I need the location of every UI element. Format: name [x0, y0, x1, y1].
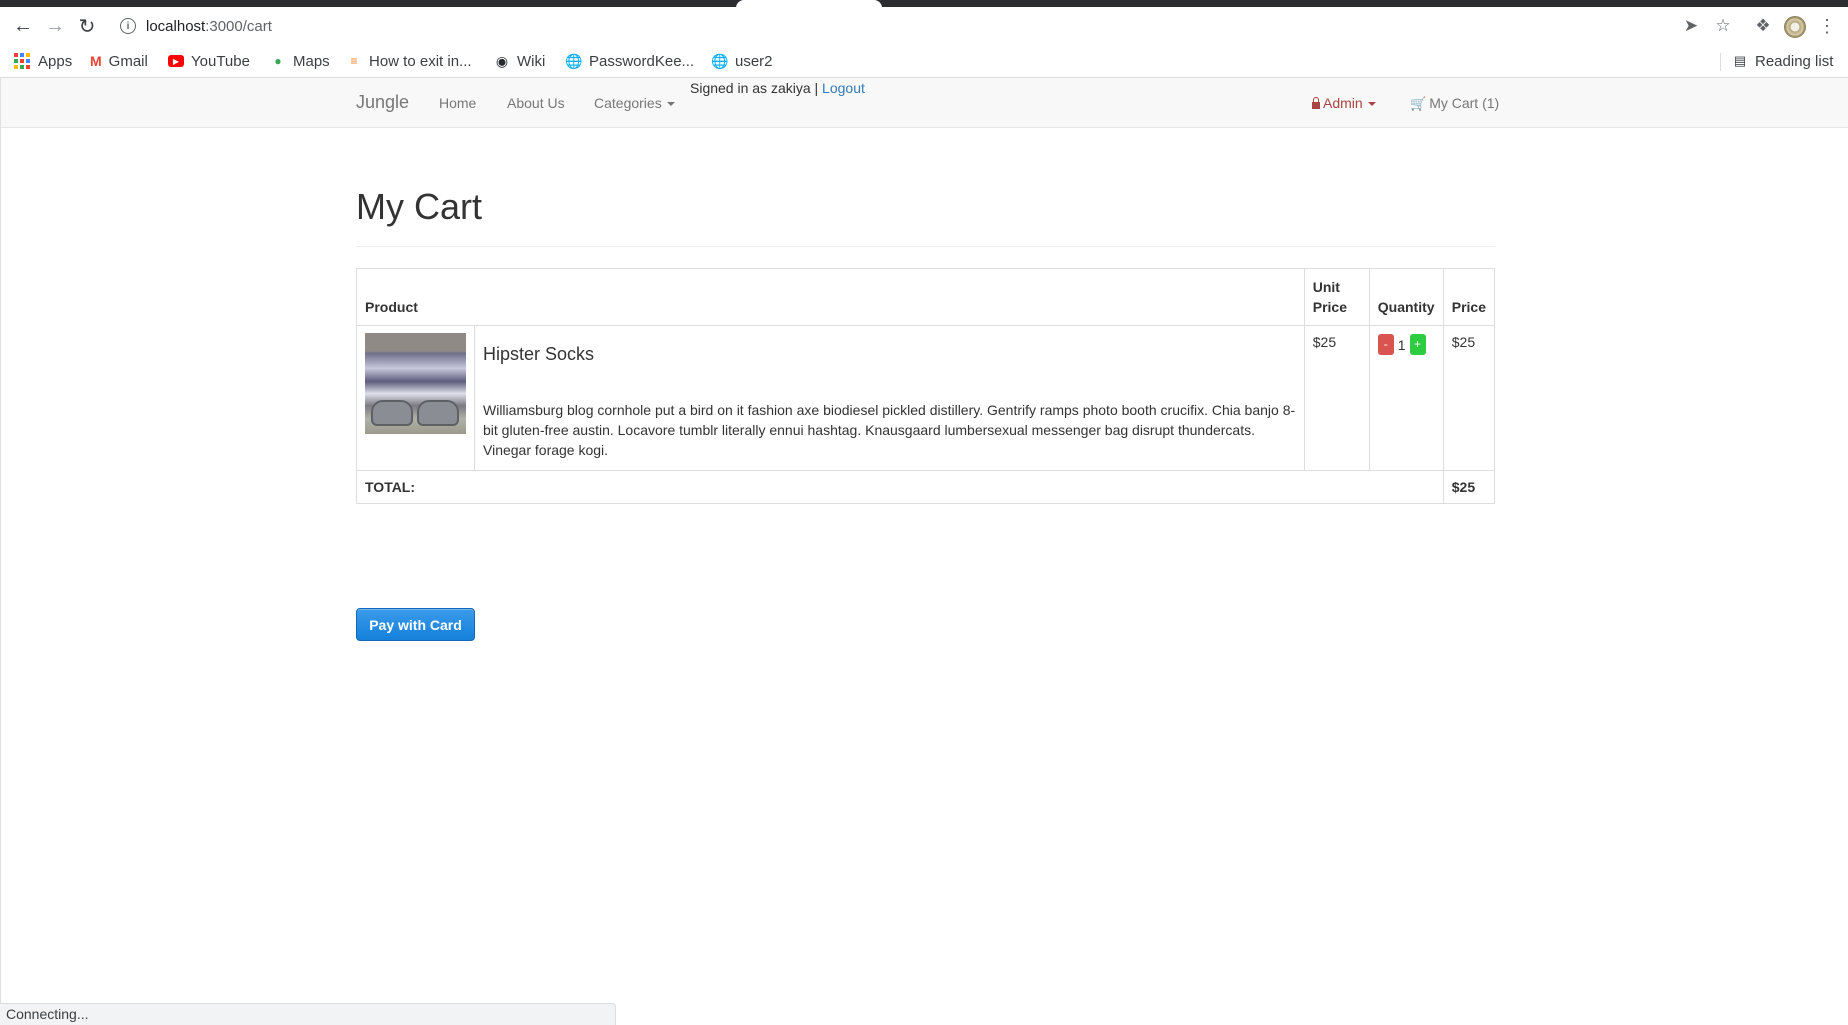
increase-quantity-button[interactable]: + — [1409, 334, 1426, 355]
bookmarks-bar: Apps M Gmail ▶ YouTube ● Maps ≡ How to e… — [0, 45, 1848, 78]
apps-grid-icon — [14, 53, 30, 69]
nav-categories-dropdown[interactable]: Categories — [594, 95, 675, 111]
bookmark-youtube[interactable]: ▶ YouTube — [168, 49, 250, 73]
total-row: TOTAL: $25 — [356, 470, 1496, 504]
nav-home[interactable]: Home — [439, 95, 476, 111]
product-image[interactable] — [365, 333, 466, 434]
header-unit-price-line2: Price — [1312, 299, 1347, 315]
header-product: Product — [356, 268, 1305, 326]
forward-icon[interactable]: → — [42, 13, 68, 39]
signed-in-status: Signed in as zakiya | Logout — [690, 80, 865, 96]
menu-icon[interactable]: ⋮ — [1816, 15, 1838, 37]
quantity-cell: -1 + — [1368, 325, 1444, 471]
header-unit-price: Unit Price — [1303, 268, 1370, 326]
lock-icon — [1312, 97, 1320, 109]
reading-list-button[interactable]: ▤ Reading list — [1732, 49, 1834, 73]
caret-down-icon — [1367, 102, 1376, 107]
unit-price-cell: $25 — [1303, 325, 1370, 471]
bookmark-label: Wiki — [517, 52, 546, 70]
url-host: localhost — [146, 17, 206, 35]
bookmark-wiki[interactable]: ◉ Wiki — [494, 49, 545, 73]
bookmark-label: How to exit in... — [369, 52, 472, 70]
product-name[interactable]: Hipster Socks — [483, 344, 1296, 365]
bookmark-gmail[interactable]: M Gmail — [90, 49, 148, 73]
reading-list-icon: ▤ — [1733, 53, 1747, 68]
bookmark-label: Maps — [293, 52, 330, 70]
reload-icon[interactable]: ↻ — [74, 13, 100, 39]
cart-table: Product Unit Price Quantity Price Hipster… — [356, 268, 1496, 504]
decrease-quantity-button[interactable]: - — [1377, 334, 1394, 355]
bookmark-user2[interactable]: 🌐 user2 — [711, 49, 773, 73]
signed-in-text: Signed in as zakiya | — [690, 80, 819, 96]
reading-list-label: Reading list — [1755, 52, 1834, 70]
logout-link[interactable]: Logout — [822, 80, 865, 96]
product-details-cell: Hipster Socks Williamsburg blog cornhole… — [474, 325, 1305, 471]
star-icon[interactable]: ☆ — [1712, 15, 1734, 37]
price-cell: $25 — [1442, 325, 1496, 471]
youtube-icon: ▶ — [168, 55, 184, 67]
bookmark-apps[interactable]: Apps — [14, 49, 72, 73]
browser-tabstrip — [0, 0, 1848, 10]
product-image-cell — [356, 325, 475, 471]
bookmark-maps[interactable]: ● Maps — [270, 49, 330, 73]
browser-status-bar: Connecting... — [0, 1003, 616, 1025]
bookmark-how-to-exit[interactable]: ≡ How to exit in... — [346, 49, 472, 73]
profile-avatar[interactable] — [1784, 16, 1806, 38]
nav-about-us[interactable]: About Us — [507, 95, 565, 111]
bookmarks-separator — [1720, 53, 1721, 71]
web-page: Jungle Home About Us Categories Signed i… — [0, 78, 1848, 1025]
bookmark-label: YouTube — [191, 52, 250, 70]
categories-label: Categories — [594, 95, 662, 111]
quantity-value: 1 — [1397, 336, 1406, 353]
send-icon[interactable]: ➤ — [1680, 15, 1702, 37]
admin-label: Admin — [1323, 95, 1363, 111]
page-title: My Cart — [356, 186, 482, 227]
header-unit-price-line1: Unit — [1312, 279, 1340, 295]
shoe-shape — [417, 400, 459, 426]
header-quantity: Quantity — [1368, 268, 1444, 326]
address-bar[interactable]: i localhost:3000/cart — [112, 11, 1672, 41]
cart-item-row: Hipster Socks Williamsburg blog cornhole… — [356, 325, 1496, 471]
bookmark-label: PasswordKee... — [589, 52, 695, 70]
caret-down-icon — [666, 102, 675, 107]
bookmark-label: Gmail — [108, 52, 148, 70]
extensions-icon[interactable]: ❖ — [1752, 15, 1774, 37]
my-cart-label: My Cart (1) — [1429, 95, 1500, 111]
gmail-icon: M — [90, 53, 102, 69]
site-navbar: Jungle Home About Us Categories Signed i… — [1, 78, 1848, 128]
bookmark-label: Apps — [38, 52, 73, 70]
shoe-shape — [371, 400, 413, 426]
stackoverflow-icon: ≡ — [350, 54, 358, 68]
product-description: Williamsburg blog cornhole put a bird on… — [483, 402, 1296, 458]
github-icon: ◉ — [495, 52, 509, 69]
header-price: Price — [1442, 268, 1496, 326]
back-icon[interactable]: ← — [10, 13, 36, 39]
total-value: $25 — [1442, 470, 1496, 504]
browser-toolbar: ← → ↻ i localhost:3000/cart ➤ ☆ ❖ ⋮ — [0, 7, 1848, 45]
pay-with-card-button[interactable]: Pay with Card — [356, 608, 475, 641]
bookmark-label: user2 — [735, 52, 773, 70]
globe-icon: 🌐 — [711, 52, 729, 69]
url-path: :3000/cart — [205, 17, 272, 35]
shopping-cart-icon: 🛒 — [1410, 96, 1427, 111]
globe-icon: 🌐 — [565, 52, 583, 69]
brand-link[interactable]: Jungle — [356, 92, 409, 113]
maps-pin-icon: ● — [274, 54, 282, 68]
total-label: TOTAL: — [356, 470, 1444, 504]
bookmark-passwordkeeper[interactable]: 🌐 PasswordKee... — [565, 49, 695, 73]
title-divider — [356, 246, 1495, 247]
my-cart-link[interactable]: 🛒 My Cart (1) — [1410, 95, 1499, 112]
info-icon[interactable]: i — [120, 18, 136, 34]
admin-dropdown[interactable]: Admin — [1312, 95, 1376, 111]
cart-table-header: Product Unit Price Quantity Price — [356, 268, 1496, 326]
